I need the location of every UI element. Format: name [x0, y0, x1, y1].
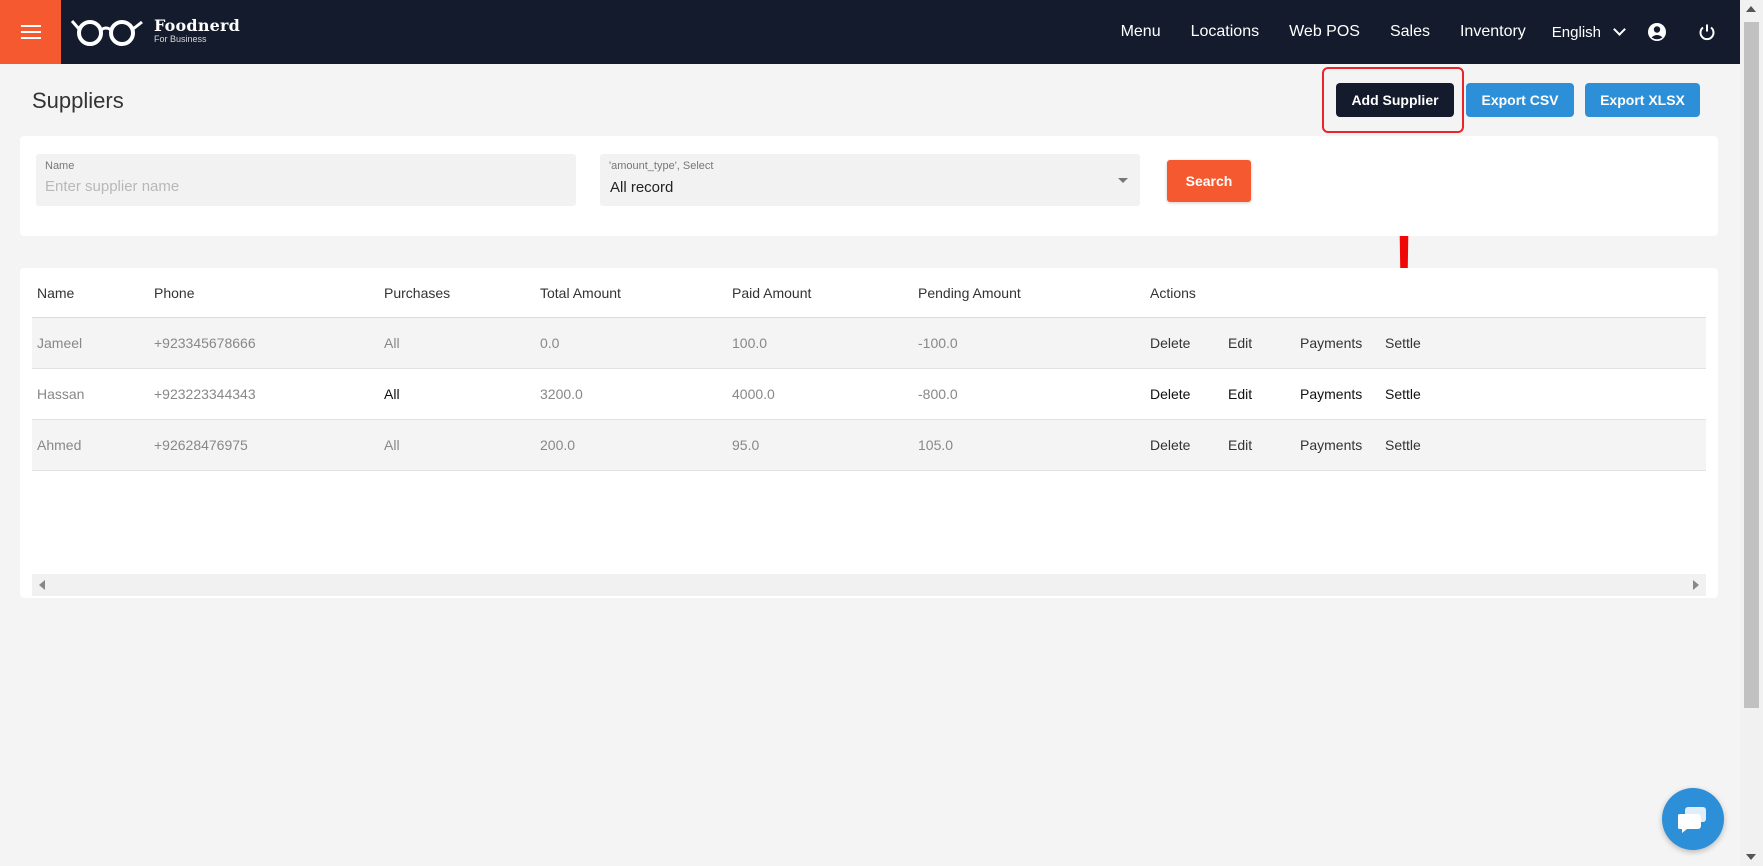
table-row: Jameel +923345678666 All 0.0 100.0 -100.…	[32, 318, 1706, 369]
main-nav: Menu Locations Web POS Sales Inventory E…	[1121, 0, 1740, 64]
cell-paid-amount: 95.0	[732, 437, 760, 453]
chat-icon[interactable]	[1662, 788, 1724, 850]
chevron-down-icon	[1613, 23, 1626, 36]
payments-link[interactable]: Payments	[1300, 369, 1362, 419]
settle-link[interactable]: Settle	[1385, 420, 1421, 470]
supplier-name-input[interactable]	[45, 178, 545, 195]
cell-paid-amount: 100.0	[732, 335, 768, 351]
cell-total-amount: 3200.0	[540, 386, 583, 402]
scroll-down-icon[interactable]	[1746, 854, 1756, 860]
edit-link[interactable]: Edit	[1228, 420, 1252, 470]
export-xlsx-button[interactable]: Export XLSX	[1585, 83, 1700, 117]
delete-link[interactable]: Delete	[1150, 369, 1190, 419]
vertical-scrollbar[interactable]	[1740, 0, 1763, 866]
top-navbar: Foodnerd For Business Menu Locations Web…	[0, 0, 1740, 64]
menu-hamburger-icon[interactable]	[0, 0, 61, 64]
amount-type-value: All record	[610, 179, 674, 196]
header-phone[interactable]: Phone	[154, 268, 194, 317]
scroll-up-icon[interactable]	[1746, 6, 1756, 12]
header-total-amount[interactable]: Total Amount	[540, 268, 621, 317]
add-supplier-button[interactable]: Add Supplier	[1336, 83, 1454, 117]
power-icon[interactable]	[1696, 21, 1718, 43]
filter-panel: Name 'amount_type', Select All record Se…	[20, 136, 1718, 236]
cell-phone: +923223344343	[154, 386, 256, 402]
nav-sales[interactable]: Sales	[1390, 23, 1430, 41]
purchases-link[interactable]: All	[384, 420, 400, 470]
cell-name: Hassan	[37, 386, 85, 402]
table-row: Ahmed +92628476975 All 200.0 95.0 105.0 …	[32, 420, 1706, 471]
cell-name: Ahmed	[37, 437, 82, 453]
amount-type-label: 'amount_type', Select	[609, 160, 714, 172]
cell-phone: +923345678666	[154, 335, 256, 351]
cell-name: Jameel	[37, 335, 83, 351]
table-header: Name Phone Purchases Total Amount Paid A…	[32, 268, 1706, 318]
cell-pending-amount: 105.0	[918, 437, 954, 453]
amount-type-select[interactable]: 'amount_type', Select All record	[600, 154, 1140, 206]
cell-total-amount: 200.0	[540, 437, 576, 453]
language-dropdown[interactable]: English	[1551, 23, 1626, 41]
purchases-link[interactable]: All	[384, 318, 400, 368]
app-name: Foodnerd	[154, 16, 241, 35]
header-pending-amount[interactable]: Pending Amount	[918, 268, 1021, 317]
horizontal-scrollbar[interactable]	[32, 574, 1706, 596]
app-subtitle: For Business	[154, 34, 207, 44]
cell-pending-amount: -800.0	[918, 386, 958, 402]
caret-down-icon	[1118, 178, 1128, 183]
table-row: Hassan +923223344343 All 3200.0 4000.0 -…	[32, 369, 1706, 420]
nav-menu[interactable]: Menu	[1121, 23, 1161, 41]
name-field: Name	[36, 154, 576, 206]
suppliers-table: Name Phone Purchases Total Amount Paid A…	[32, 268, 1706, 471]
delete-link[interactable]: Delete	[1150, 420, 1190, 470]
edit-link[interactable]: Edit	[1228, 318, 1252, 368]
nav-inventory[interactable]: Inventory	[1460, 23, 1526, 41]
scroll-left-icon[interactable]	[39, 580, 45, 590]
export-csv-button[interactable]: Export CSV	[1466, 83, 1574, 117]
search-button[interactable]: Search	[1167, 160, 1251, 202]
delete-link[interactable]: Delete	[1150, 318, 1190, 368]
name-field-label: Name	[45, 160, 75, 172]
header-paid-amount[interactable]: Paid Amount	[732, 268, 811, 317]
cell-total-amount: 0.0	[540, 335, 560, 351]
settle-link[interactable]: Settle	[1385, 318, 1421, 368]
suppliers-table-card: Name Phone Purchases Total Amount Paid A…	[20, 268, 1718, 598]
cell-pending-amount: -100.0	[918, 335, 958, 351]
header-purchases[interactable]: Purchases	[384, 268, 450, 317]
settle-link[interactable]: Settle	[1385, 369, 1421, 419]
account-circle-icon[interactable]	[1646, 21, 1668, 43]
payments-link[interactable]: Payments	[1300, 420, 1362, 470]
cell-phone: +92628476975	[154, 437, 248, 453]
glasses-icon	[70, 20, 143, 46]
page-title: Suppliers	[32, 88, 124, 113]
language-label: English	[1551, 23, 1601, 41]
payments-link[interactable]: Payments	[1300, 318, 1362, 368]
foodnerd-logo[interactable]: Foodnerd For Business	[70, 16, 240, 46]
header-actions: Actions	[1150, 284, 1196, 301]
cell-paid-amount: 4000.0	[732, 386, 775, 402]
header-name[interactable]: Name	[37, 268, 74, 317]
scroll-right-icon[interactable]	[1693, 580, 1699, 590]
purchases-link[interactable]: All	[384, 369, 400, 419]
nav-locations[interactable]: Locations	[1191, 23, 1260, 41]
scrollbar-thumb[interactable]	[1744, 22, 1759, 708]
nav-web-pos[interactable]: Web POS	[1289, 23, 1360, 41]
edit-link[interactable]: Edit	[1228, 369, 1252, 419]
